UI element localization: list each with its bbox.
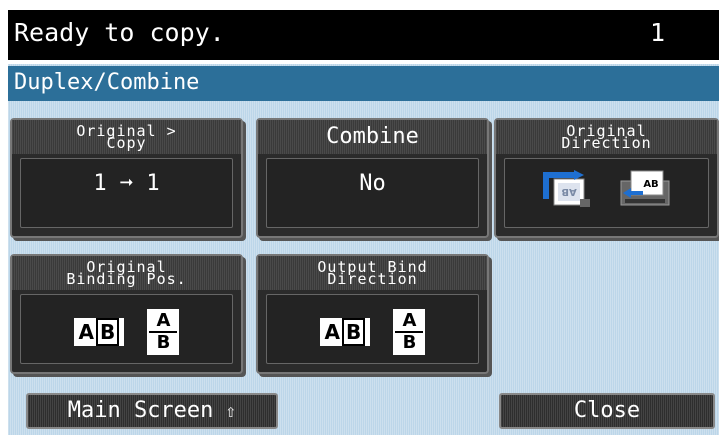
close-label: Close [573, 398, 641, 423]
original-copy-value: 1 ➞ 1 [93, 171, 160, 196]
combine-button[interactable]: Combine No [256, 118, 489, 238]
output-top-binding-a: A [395, 311, 424, 333]
status-message: Ready to copy. [14, 18, 225, 47]
copy-duplex-screen: Ready to copy. 1 Duplex/Combine Original… [0, 0, 719, 435]
original-binding-pos-label-line2: Binding Pos. [66, 270, 187, 288]
panel-title-bar: Duplex/Combine [8, 66, 719, 101]
close-button[interactable]: Close [499, 393, 715, 429]
left-binding-icon: AB [319, 318, 371, 346]
left-binding-b: B [95, 318, 120, 346]
original-binding-pos-button[interactable]: Original Binding Pos. AB AB [10, 254, 243, 374]
original-binding-pos-value-box: AB AB [20, 294, 233, 364]
combine-label: Combine [258, 120, 487, 154]
original-direction-value-box: AB AB [504, 158, 709, 228]
original-direction-label-line2: Direction [561, 134, 652, 152]
output-bind-direction-label-line2: Direction [327, 270, 418, 288]
output-left-binding-a: A [324, 320, 340, 344]
original-binding-pos-label: Original Binding Pos. [12, 256, 241, 290]
up-arrow-icon: ⇧ [225, 401, 237, 422]
output-bind-direction-value-box: AB AB [266, 294, 479, 364]
panel-title: Duplex/Combine [14, 70, 200, 95]
main-screen-label: Main Screen [67, 398, 214, 423]
output-bind-direction-label: Output Bind Direction [258, 256, 487, 290]
top-binding-b: B [156, 332, 171, 353]
svg-text:AB: AB [643, 179, 658, 190]
top-binding-icon: AB [393, 309, 426, 355]
original-copy-value-box: 1 ➞ 1 [20, 158, 233, 228]
copy-count: 1 [649, 18, 665, 47]
original-copy-label: Original > Copy [12, 120, 241, 154]
original-direction-label: Original Direction [496, 120, 717, 154]
duplex-combine-panel: Duplex/Combine Original > Copy 1 ➞ 1 Com… [8, 64, 719, 435]
original-direction-button[interactable]: Original Direction AB AB [494, 118, 719, 238]
combine-value-box: No [266, 158, 479, 228]
top-binding-a: A [149, 311, 178, 333]
output-left-binding-b: B [341, 318, 366, 346]
original-copy-button[interactable]: Original > Copy 1 ➞ 1 [10, 118, 243, 238]
status-bar: Ready to copy. 1 [8, 10, 719, 60]
main-screen-button[interactable]: Main Screen ⇧ [26, 393, 278, 429]
top-binding-icon: AB [147, 309, 180, 355]
left-binding-icon: AB [73, 318, 125, 346]
original-direction-top-icon: AB [542, 170, 590, 207]
output-top-binding-b: B [402, 332, 417, 353]
output-bind-direction-button[interactable]: Output Bind Direction AB AB [256, 254, 489, 374]
original-direction-left-icon: AB [620, 170, 670, 206]
left-binding-a: A [78, 320, 94, 344]
svg-text:AB: AB [561, 186, 576, 197]
combine-value: No [359, 171, 386, 196]
original-copy-label-line2: Copy [106, 134, 147, 152]
